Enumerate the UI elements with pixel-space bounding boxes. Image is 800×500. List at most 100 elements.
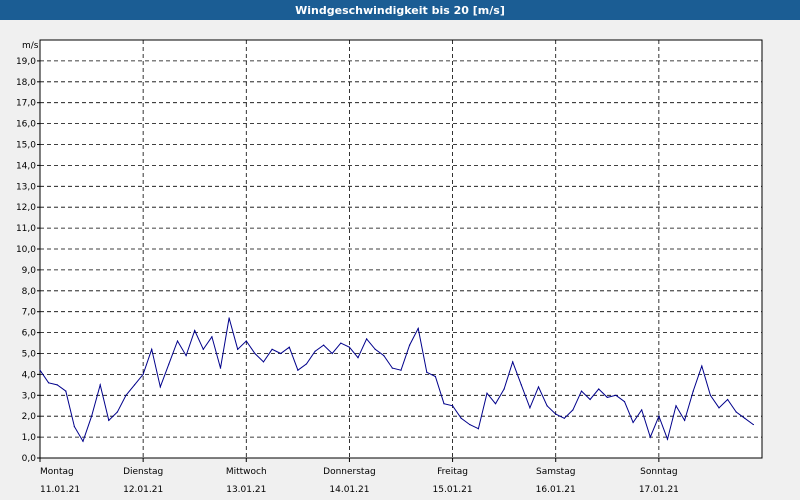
y-tick-label: 4,0	[22, 370, 37, 380]
data-point	[168, 363, 170, 365]
data-point	[262, 361, 265, 363]
y-axis: m/s 0,0 1,0 2,0 3,0 4,0 5,0 6,0 7,0 8,0 9,0 10,0 11…	[16, 41, 40, 464]
x-date-label: 17.01.21	[639, 485, 679, 495]
data-point	[417, 327, 419, 330]
data-point	[632, 421, 634, 424]
y-tick-label: 11,0	[16, 224, 36, 234]
data-point	[443, 403, 445, 405]
x-date-label: 11.01.21	[40, 485, 80, 495]
y-tick-label: 17,0	[16, 99, 36, 109]
data-point	[340, 342, 342, 344]
data-point	[116, 411, 118, 413]
x-day-label: Samstag	[536, 467, 575, 477]
x-day-label: Donnerstag	[323, 467, 376, 477]
y-tick-label: 14,0	[16, 161, 36, 171]
data-point	[151, 348, 153, 350]
y-tick-label: 7,0	[22, 308, 37, 318]
data-point	[228, 317, 230, 319]
data-point	[271, 348, 273, 350]
data-point	[580, 390, 583, 392]
data-point	[237, 348, 239, 350]
data-point	[125, 394, 127, 396]
chart-title-bar: Windgeschwindigkeit bis 20 [m/s]	[0, 0, 800, 20]
y-tick-label: 19,0	[16, 57, 36, 67]
data-point	[641, 409, 643, 411]
data-point	[90, 415, 93, 417]
data-point	[65, 390, 67, 392]
data-point	[219, 367, 222, 369]
data-point	[245, 340, 247, 342]
data-point	[451, 405, 454, 407]
y-tick-label: 18,0	[16, 78, 36, 88]
y-tick-label: 0,0	[22, 454, 37, 464]
y-tick-label: 10,0	[16, 245, 36, 255]
data-point	[589, 398, 591, 401]
data-point	[133, 384, 136, 386]
chart-title: Windgeschwindigkeit bis 20 [m/s]	[295, 3, 505, 17]
data-point	[391, 367, 394, 369]
data-point	[408, 344, 411, 346]
data-point	[623, 400, 626, 403]
data-point	[529, 407, 531, 409]
data-point	[666, 438, 669, 440]
data-point	[537, 386, 540, 388]
data-point	[400, 369, 402, 371]
data-point	[82, 440, 84, 442]
data-point	[701, 365, 703, 367]
data-point	[606, 396, 608, 398]
x-axis: Montag 11.01.21 Dienstag 12.01.21 Mittwoch 13…	[39, 458, 679, 495]
data-point	[563, 417, 565, 419]
data-point	[675, 405, 677, 407]
y-tick-label: 15,0	[16, 141, 36, 151]
data-point	[477, 428, 479, 430]
data-point	[211, 336, 213, 338]
data-point	[314, 350, 316, 353]
data-point	[348, 346, 351, 348]
data-point	[185, 354, 187, 357]
x-day-label: Montag	[40, 467, 74, 477]
x-date-label: 12.01.21	[123, 485, 163, 495]
y-tick-label: 12,0	[16, 203, 36, 213]
data-point	[684, 419, 686, 421]
data-point	[426, 371, 428, 373]
data-point	[56, 384, 58, 386]
data-point	[512, 361, 514, 363]
data-point	[305, 363, 308, 365]
data-point	[503, 388, 505, 390]
x-day-label: Sonntag	[640, 467, 677, 477]
y-tick-label: 8,0	[22, 287, 37, 297]
data-point	[357, 357, 359, 359]
x-date-label: 16.01.21	[536, 485, 576, 495]
data-point	[572, 409, 574, 411]
data-point	[692, 390, 694, 392]
data-point	[383, 354, 385, 357]
y-tick-label: 13,0	[16, 182, 36, 192]
y-tick-label: 2,0	[22, 412, 37, 422]
data-point	[254, 352, 256, 355]
data-point	[735, 411, 737, 413]
data-point	[434, 375, 436, 378]
data-point	[469, 423, 471, 426]
data-point	[366, 338, 368, 340]
data-point	[142, 373, 144, 375]
data-point	[546, 405, 548, 407]
y-tick-label: 5,0	[22, 350, 37, 360]
data-point	[486, 392, 488, 394]
data-point	[658, 415, 660, 417]
data-point	[598, 388, 600, 390]
y-unit-label: m/s	[22, 41, 39, 51]
data-point	[615, 394, 617, 396]
x-date-label: 14.01.21	[329, 485, 369, 495]
y-tick-label: 9,0	[22, 266, 37, 276]
data-point	[202, 348, 204, 350]
data-point	[323, 344, 325, 346]
data-point	[73, 426, 75, 428]
y-tick-label: 1,0	[22, 433, 37, 443]
wind-speed-chart: m/s 0,0 1,0 2,0 3,0 4,0 5,0 6,0 7,0 8,0 9,0 10,0 11…	[16, 39, 763, 495]
data-point	[555, 413, 557, 415]
data-point	[47, 382, 50, 384]
x-day-label: Freitag	[437, 467, 468, 477]
x-day-label: Mittwoch	[226, 467, 267, 477]
data-point	[520, 384, 522, 386]
data-point	[752, 423, 755, 426]
